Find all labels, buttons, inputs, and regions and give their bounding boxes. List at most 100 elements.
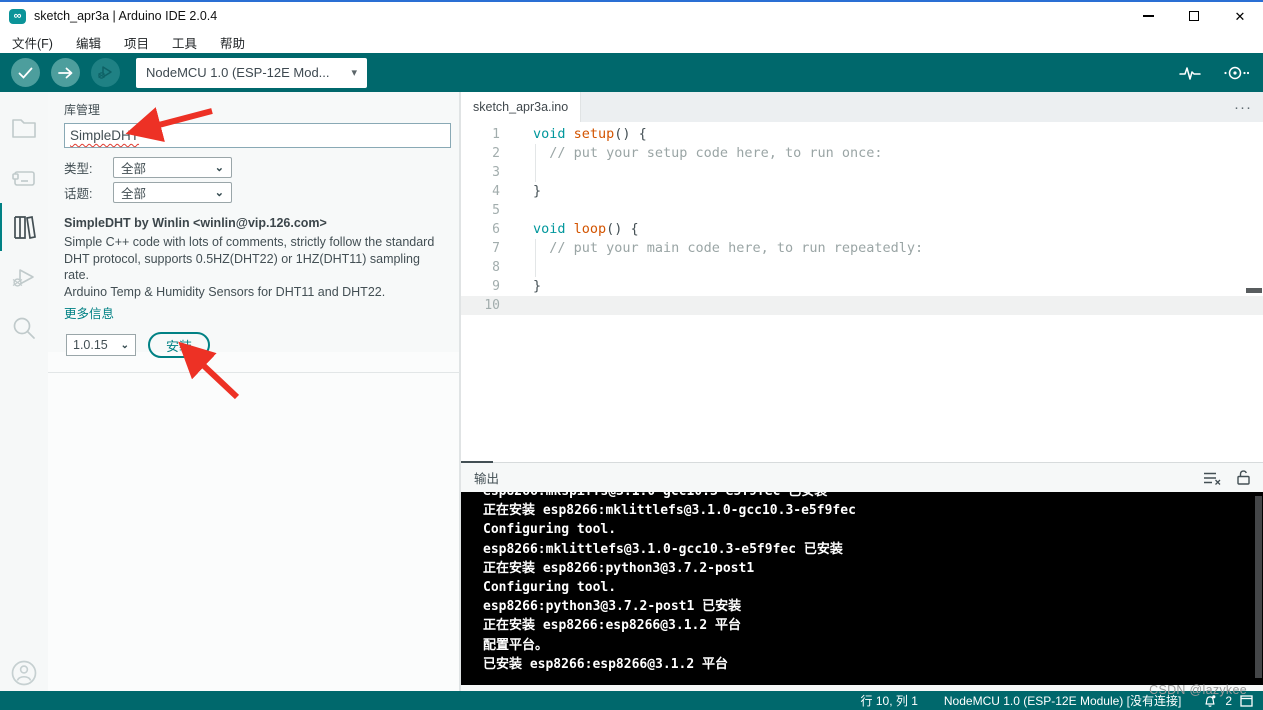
menu-item-4[interactable]: 帮助 (220, 33, 245, 52)
sidebar-item-debug[interactable] (0, 254, 48, 302)
console-line-8: 配置平台。 (483, 636, 1263, 655)
line-number: 6 (461, 220, 509, 239)
console-line-1: 正在安装 esp8266:mklittlefs@3.1.0-gcc10.3-e5… (483, 501, 1263, 520)
more-info-link[interactable]: 更多信息 (64, 303, 114, 322)
activity-bar (0, 92, 48, 691)
menu-item-1[interactable]: 编辑 (76, 33, 101, 52)
cursor-position[interactable]: 行 10, 列 1 (861, 692, 918, 709)
close-icon: ✕ (1235, 10, 1246, 23)
console-line-3: esp8266:mklittlefs@3.1.0-gcc10.3-e5f9fec… (483, 540, 1263, 559)
line-number: 3 (461, 163, 509, 182)
code-editor[interactable]: 1void setup() {2 // put your setup code … (461, 122, 1263, 462)
close-button[interactable]: ✕ (1217, 2, 1263, 30)
board-connection-status[interactable]: NodeMCU 1.0 (ESP-12E Module) [没有连接] (944, 692, 1181, 709)
verify-button[interactable] (11, 58, 40, 87)
sketchbook-folder-icon (11, 117, 37, 139)
library-item-title: SimpleDHT by Winlin <winlin@vip.126.com> (64, 215, 442, 232)
type-filter-row: 类型: 全部 ⌄ (64, 157, 232, 178)
arrow-right-icon (58, 67, 74, 79)
chevron-down-icon: ▾ (351, 66, 357, 79)
install-button[interactable]: 安装 (148, 332, 210, 358)
code-line-8[interactable]: 8 (461, 258, 1263, 277)
debug-play-icon (97, 65, 114, 80)
code-line-2[interactable]: 2 // put your setup code here, to run on… (461, 144, 1263, 163)
code-line-10[interactable]: 10 (461, 296, 1263, 315)
type-filter-label: 类型: (64, 158, 113, 177)
type-filter-value: 全部 (121, 158, 146, 177)
topic-filter-select[interactable]: 全部 ⌄ (113, 182, 232, 203)
maximize-button[interactable] (1171, 2, 1217, 30)
line-number: 9 (461, 277, 509, 296)
debug-icon (11, 266, 37, 290)
clear-output-icon[interactable] (1203, 471, 1221, 485)
code-line-6[interactable]: 6 void loop() { (461, 220, 1263, 239)
output-panel-title: 输出 (474, 468, 499, 487)
account-icon (10, 659, 38, 687)
status-bar: 行 10, 列 1 NodeMCU 1.0 (ESP-12E Module) [… (0, 691, 1263, 710)
topic-filter-value: 全部 (121, 183, 146, 202)
sidebar-item-library-manager[interactable] (0, 203, 48, 251)
version-value: 1.0.15 (73, 338, 108, 352)
sidebar-item-boards-manager[interactable] (0, 154, 48, 202)
menu-item-2[interactable]: 项目 (124, 33, 149, 52)
panel-title: 库管理 (64, 101, 100, 118)
code-text: void loop() { (533, 220, 639, 239)
line-number: 10 (461, 296, 509, 315)
code-text: } (533, 277, 541, 296)
toolbar: NodeMCU 1.0 (ESP-12E Mod... ▾ (0, 53, 1263, 92)
editor-tab-bar: sketch_apr3a.ino ··· (461, 92, 1263, 122)
console-line-7: 正在安装 esp8266:esp8266@3.1.2 平台 (483, 616, 1263, 635)
check-icon (18, 67, 33, 79)
editor-more-actions-icon[interactable]: ··· (1234, 92, 1252, 122)
library-list-item-simpledht[interactable]: SimpleDHT by Winlin <winlin@vip.126.com>… (48, 205, 460, 373)
watermark: CSDN @lazykee (1149, 683, 1247, 697)
menu-item-3[interactable]: 工具 (172, 33, 197, 52)
debug-button[interactable] (91, 58, 120, 87)
chevron-down-icon: ⌄ (215, 186, 224, 199)
menu-item-0[interactable]: 文件(F) (12, 33, 53, 52)
output-panel-header: 输出 (461, 462, 1263, 492)
code-line-1[interactable]: 1 void setup() { (461, 125, 1263, 144)
library-item-summary: Arduino Temp & Humidity Sensors for DHT1… (64, 284, 442, 301)
sidebar-item-search[interactable] (0, 304, 48, 352)
line-number: 1 (461, 125, 509, 144)
minimize-icon (1143, 15, 1154, 16)
output-console[interactable]: esp8266:mkspiffs@3.1.0-gcc10.3-e5f9fec 已… (461, 492, 1263, 685)
app-icon: ∞ (9, 9, 26, 24)
board-selector[interactable]: NodeMCU 1.0 (ESP-12E Mod... ▾ (136, 58, 367, 88)
upload-button[interactable] (51, 58, 80, 87)
sidebar-item-sketchbook[interactable] (0, 104, 48, 152)
maximize-icon (1189, 11, 1199, 21)
output-tab-indicator (461, 461, 493, 463)
code-line-5[interactable]: 5 (461, 201, 1263, 220)
library-list-background (48, 352, 459, 691)
library-item-description: Simple C++ code with lots of comments, s… (64, 234, 442, 284)
sidebar-item-account[interactable] (0, 649, 48, 697)
line-number: 7 (461, 239, 509, 258)
version-select[interactable]: 1.0.15 ⌄ (66, 334, 136, 356)
editor-pane: sketch_apr3a.ino ··· 1void setup() {2 //… (460, 92, 1263, 691)
topic-filter-label: 话题: (64, 183, 113, 202)
tab-sketch-apr3a[interactable]: sketch_apr3a.ino (461, 92, 581, 122)
line-number: 2 (461, 144, 509, 163)
code-text: } (533, 182, 541, 201)
code-line-7[interactable]: 7 // put your main code here, to run rep… (461, 239, 1263, 258)
unlock-icon[interactable] (1237, 470, 1250, 485)
code-text: void setup() { (533, 125, 647, 144)
type-filter-select[interactable]: 全部 ⌄ (113, 157, 232, 178)
code-line-9[interactable]: 9} (461, 277, 1263, 296)
code-line-3[interactable]: 3 (461, 163, 1263, 182)
minimize-button[interactable] (1125, 2, 1171, 30)
code-text: // put your setup code here, to run once… (533, 144, 883, 163)
library-search-input[interactable]: SimpleDHT (64, 123, 451, 148)
console-scrollbar-thumb[interactable] (1255, 496, 1262, 678)
editor-scrollbar-thumb[interactable] (1246, 288, 1262, 293)
serial-plotter-icon[interactable] (1179, 64, 1201, 82)
code-line-4[interactable]: 4} (461, 182, 1263, 201)
console-line-9: 已安装 esp8266:esp8266@3.1.2 平台 (483, 655, 1263, 674)
topic-filter-row: 话题: 全部 ⌄ (64, 182, 232, 203)
library-manager-icon (12, 215, 39, 240)
console-line-4: 正在安装 esp8266:python3@3.7.2-post1 (483, 559, 1263, 578)
serial-monitor-icon[interactable] (1223, 65, 1249, 81)
chevron-down-icon: ⌄ (215, 161, 224, 174)
